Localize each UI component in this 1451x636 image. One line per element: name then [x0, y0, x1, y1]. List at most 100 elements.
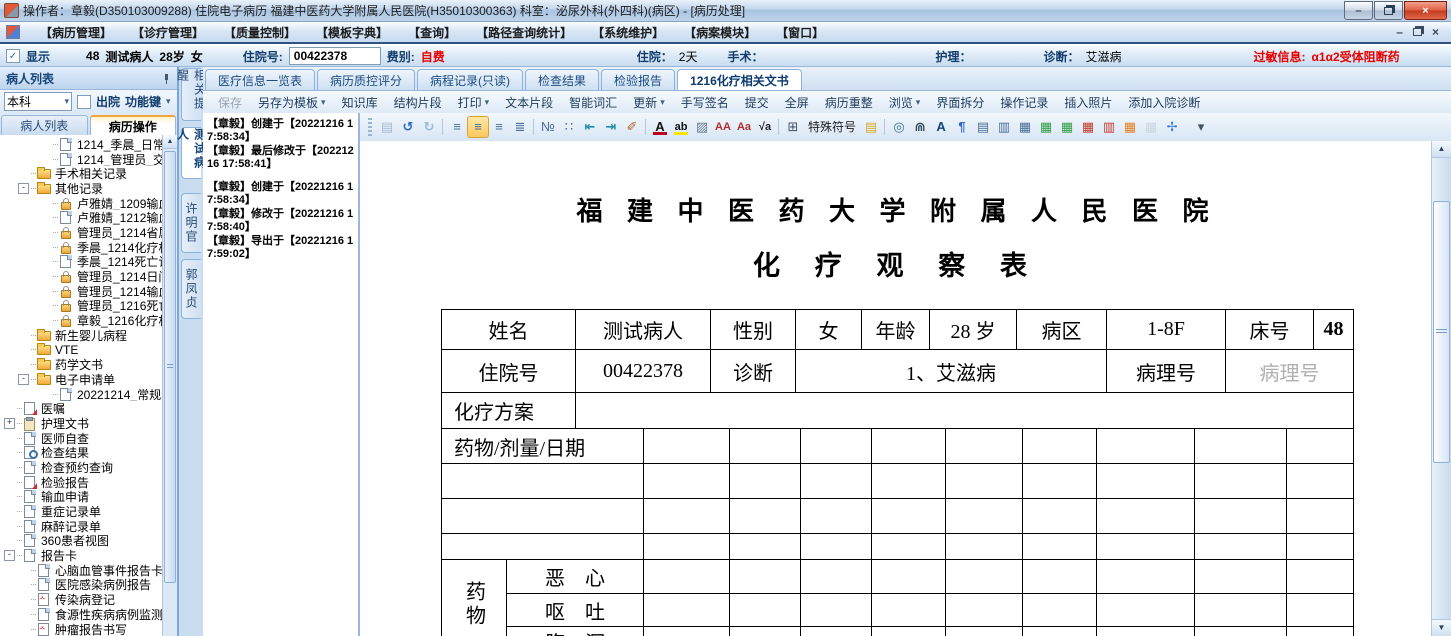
form-empty-cell[interactable]: [871, 593, 946, 627]
form-name-value[interactable]: 测试病人: [575, 309, 711, 350]
toolbar-button[interactable]: 另存为模板 ▾: [251, 92, 333, 113]
align-left-icon[interactable]: [447, 117, 467, 137]
toolbar-button[interactable]: 保存▾: [211, 92, 249, 113]
tree-expander[interactable]: -: [18, 373, 29, 385]
toolbar-button[interactable]: 界面拆分▾: [929, 92, 991, 113]
separator[interactable]: [776, 117, 782, 137]
toolbar-button[interactable]: 智能词汇▾: [562, 92, 624, 113]
indent-icon[interactable]: [601, 117, 621, 137]
bullet-list-icon[interactable]: [559, 117, 579, 137]
tree-item[interactable]: 检查预约查询: [0, 460, 163, 475]
form-empty-cell[interactable]: [441, 463, 644, 499]
form-empty-cell[interactable]: [1096, 498, 1195, 534]
form-empty-cell[interactable]: [1096, 559, 1195, 594]
form-empty-cell[interactable]: [945, 463, 1023, 499]
strip-tab-test-patient[interactable]: 测试病人: [176, 127, 207, 179]
form-empty-cell[interactable]: [871, 533, 946, 560]
toolbar-button[interactable]: 提交▾: [738, 92, 776, 113]
document-tab[interactable]: 医疗信息一览表: [205, 69, 316, 90]
tree-item[interactable]: 管理员_1214输血: [0, 284, 163, 299]
form-empty-cell[interactable]: [800, 533, 872, 560]
toolbar-button[interactable]: 手写签名▾: [674, 92, 736, 113]
tree-item[interactable]: 1214_管理员_交班: [0, 152, 163, 166]
format-painter-icon[interactable]: [622, 117, 642, 137]
doc-settings-icon[interactable]: [994, 117, 1014, 137]
form-empty-cell[interactable]: [1286, 593, 1354, 627]
tree-item[interactable]: 管理员_1214省属: [0, 225, 163, 240]
align-center-icon[interactable]: [467, 116, 489, 138]
mdi-minimize-button[interactable]: –: [1396, 25, 1403, 39]
tree-expander[interactable]: -: [4, 550, 15, 562]
tree-item[interactable]: 卢雅婧_1209输血: [0, 196, 163, 210]
toolbar-button[interactable]: 更新 ▾: [626, 92, 672, 113]
numbered-list-icon[interactable]: [538, 117, 558, 137]
mdi-restore-button[interactable]: [1412, 28, 1422, 36]
tree-item[interactable]: 360患者视图: [0, 534, 163, 548]
tree-item[interactable]: 检查结果: [0, 445, 163, 460]
font-grow-icon[interactable]: [713, 117, 733, 137]
form-empty-cell[interactable]: [1022, 593, 1097, 627]
form-empty-cell[interactable]: [1096, 626, 1195, 636]
tree-item[interactable]: - 报告卡: [0, 548, 163, 563]
merge-cells-icon[interactable]: [1120, 117, 1140, 137]
form-empty-cell[interactable]: [643, 626, 730, 636]
tree-item[interactable]: 新生婴儿病程: [0, 328, 163, 343]
table-grid-icon[interactable]: [1015, 117, 1035, 137]
tree-item[interactable]: - 电子申请单: [0, 372, 163, 387]
form-empty-cell[interactable]: [945, 428, 1023, 464]
sidebar-tab[interactable]: 病历操作: [89, 115, 176, 135]
form-empty-cell[interactable]: [871, 559, 946, 594]
menu-item[interactable]: 【病历管理】: [30, 22, 122, 43]
menu-item[interactable]: 【模板字典】: [306, 22, 398, 43]
font-shrink-icon[interactable]: [734, 117, 754, 137]
scrollbar-thumb[interactable]: [164, 151, 176, 583]
fit-width-icon[interactable]: [1162, 117, 1182, 137]
toolbar-grip[interactable]: [368, 118, 372, 136]
tree-item[interactable]: - 其他记录: [0, 181, 163, 196]
form-empty-cell[interactable]: [1096, 463, 1195, 499]
form-empty-cell[interactable]: [1194, 593, 1287, 627]
form-empty-cell[interactable]: [1286, 626, 1354, 636]
symbol-grid-icon[interactable]: [783, 117, 803, 137]
tree-item[interactable]: 医嘱: [0, 401, 163, 416]
form-sex-value[interactable]: 女: [795, 309, 862, 350]
sidebar-tab[interactable]: 病人列表: [1, 115, 88, 135]
form-empty-cell[interactable]: [643, 428, 730, 464]
tree-item[interactable]: 重症记录单: [0, 504, 163, 519]
form-empty-cell[interactable]: [945, 559, 1023, 594]
toolbar-button[interactable]: 添加入院诊断▾: [1121, 92, 1207, 113]
department-select[interactable]: 本科 ▾: [4, 92, 72, 111]
overflow-chevron[interactable]: [1191, 117, 1211, 137]
form-empty-cell[interactable]: [643, 533, 730, 560]
form-empty-cell[interactable]: [1022, 498, 1097, 534]
form-empty-cell[interactable]: [871, 498, 946, 534]
admission-no-input[interactable]: 00422378: [288, 47, 381, 65]
toolbar-button[interactable]: 插入照片▾: [1057, 92, 1119, 113]
form-empty-cell[interactable]: [441, 533, 644, 560]
tree-item[interactable]: 心脑血管事件报告卡: [0, 563, 163, 578]
tree-expander[interactable]: +: [4, 417, 15, 429]
separator[interactable]: [643, 117, 649, 137]
tree-item[interactable]: 输血申请: [0, 490, 163, 504]
form-empty-cell[interactable]: [871, 626, 946, 636]
document-editor[interactable]: 福 建 中 医 药 大 学 附 属 人 民 医 院 化 疗 观 察 表 姓名 测…: [360, 141, 1432, 636]
tree-item[interactable]: 管理员_1216死亡: [0, 299, 163, 313]
form-empty-cell[interactable]: [643, 498, 730, 534]
separator[interactable]: [440, 117, 446, 137]
form-empty-cell[interactable]: [800, 593, 872, 627]
strip-tab-related-reminder[interactable]: 相关提醒: [176, 68, 207, 121]
form-empty-cell[interactable]: [1194, 498, 1287, 534]
form-empty-cell[interactable]: [1194, 533, 1287, 560]
form-empty-cell[interactable]: [800, 626, 872, 636]
tree-item[interactable]: 季晨_1214死亡记: [0, 255, 163, 269]
document-tab[interactable]: 病历质控评分: [317, 69, 416, 90]
menu-item[interactable]: 【质量控制】: [214, 22, 306, 43]
tree-item[interactable]: 药学文书: [0, 357, 163, 372]
document-tab[interactable]: 检查结果: [525, 69, 600, 90]
form-admission-value[interactable]: 00422378: [575, 349, 711, 393]
discharge-checkbox[interactable]: [77, 94, 91, 109]
form-empty-cell[interactable]: [1286, 533, 1354, 560]
align-right-icon[interactable]: [489, 117, 509, 137]
form-empty-cell[interactable]: [1022, 626, 1097, 636]
pin-icon[interactable]: [162, 73, 171, 84]
